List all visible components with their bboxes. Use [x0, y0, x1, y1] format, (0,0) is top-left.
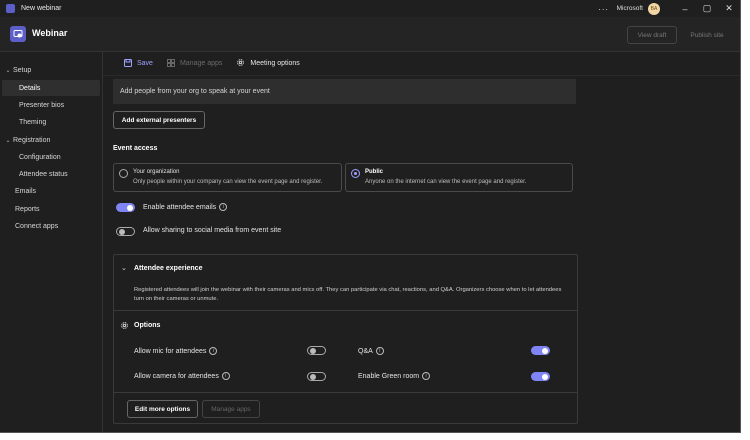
- teams-logo-icon: [6, 4, 15, 13]
- sidebar-group-registration[interactable]: ⌄ Registration: [0, 132, 50, 148]
- enable-attendee-emails-toggle[interactable]: [116, 203, 135, 212]
- green-room-toggle[interactable]: [531, 372, 550, 381]
- info-icon[interactable]: i: [221, 372, 230, 380]
- banner-text: Add people from your org to speak at you…: [120, 88, 270, 95]
- qa-toggle[interactable]: [531, 346, 550, 355]
- attendee-experience-title: Attendee experience: [134, 265, 203, 272]
- app-header: Webinar View draft Publish site: [0, 17, 740, 52]
- sidebar-label: Theming: [19, 118, 47, 126]
- sidebar-label: Presenter bios: [19, 101, 65, 109]
- sidebar-group-setup[interactable]: ⌄ Setup: [0, 62, 31, 78]
- allow-camera-label: Allow camera for attendees i: [134, 372, 230, 380]
- sidebar-item-details[interactable]: Details: [2, 80, 100, 96]
- sidebar-item-attendee-status[interactable]: Attendee status: [0, 166, 68, 182]
- manage-apps-panel-button[interactable]: Manage apps: [202, 400, 260, 418]
- sidebar-label: Emails: [15, 187, 37, 195]
- sidebar-item-connect-apps[interactable]: Connect apps: [0, 218, 58, 234]
- sidebar-label: Attendee status: [19, 170, 68, 178]
- info-icon[interactable]: i: [422, 372, 431, 380]
- options-title: Options: [134, 322, 161, 329]
- manage-apps-label: Manage apps: [179, 60, 223, 67]
- minimize-icon[interactable]: –: [674, 4, 696, 14]
- sidebar-label: Reports: [15, 205, 40, 213]
- manage-apps-button[interactable]: Manage apps: [166, 58, 223, 69]
- org-name: Microsoft: [616, 5, 643, 12]
- avatar[interactable]: BA: [648, 2, 660, 15]
- green-room-label: Enable Green room i: [358, 372, 431, 380]
- save-icon: [124, 58, 132, 69]
- app-window: New webinar ··· Microsoft BA – ▢ ✕ Webin…: [0, 0, 741, 433]
- allow-social-sharing-toggle[interactable]: [116, 227, 135, 236]
- apps-icon: [166, 58, 175, 69]
- allow-mic-toggle[interactable]: [307, 346, 326, 355]
- edit-more-options-button[interactable]: Edit more options: [127, 400, 198, 418]
- divider: [114, 392, 577, 393]
- sidebar-label: Details: [19, 84, 41, 92]
- allow-mic-label: Allow mic for attendees i: [134, 347, 218, 355]
- org-option-title: Your organization: [133, 169, 180, 175]
- main-content: Save Manage apps Meeting options Add peo…: [103, 52, 740, 432]
- sidebar-label: Configuration: [19, 153, 61, 161]
- meeting-options-label: Meeting options: [250, 60, 300, 67]
- event-access-org-option[interactable]: Your organization Only people within you…: [113, 163, 342, 192]
- sidebar-item-presenter-bios[interactable]: Presenter bios: [0, 97, 64, 113]
- public-option-title: Public: [365, 169, 384, 175]
- sidebar-item-configuration[interactable]: Configuration: [0, 149, 61, 165]
- toolbar: Save Manage apps Meeting options: [103, 52, 740, 76]
- meeting-options-button[interactable]: Meeting options: [236, 58, 300, 69]
- view-draft-button[interactable]: View draft: [627, 26, 677, 44]
- radio-public[interactable]: [351, 169, 360, 178]
- chevron-down-icon: ⌄: [5, 67, 11, 74]
- gear-icon: [120, 321, 129, 332]
- org-option-desc: Only people within your company can view…: [133, 179, 323, 185]
- page-title: Webinar: [32, 28, 68, 38]
- sidebar-label: Registration: [13, 136, 51, 144]
- sidebar-label: Connect apps: [15, 222, 59, 230]
- webinar-icon: [10, 26, 26, 42]
- publish-site-button[interactable]: Publish site: [681, 26, 733, 44]
- save-button[interactable]: Save: [124, 58, 153, 69]
- title-bar: New webinar ··· Microsoft BA – ▢ ✕: [0, 0, 740, 17]
- window-title: New webinar: [21, 5, 62, 12]
- maximize-icon[interactable]: ▢: [696, 3, 718, 14]
- presenters-banner: Add people from your org to speak at you…: [113, 79, 576, 104]
- info-icon[interactable]: i: [375, 347, 384, 355]
- sidebar: ⌄ Setup Details Presenter bios Theming ⌄ R…: [0, 52, 103, 432]
- add-external-presenters-button[interactable]: Add external presenters: [113, 111, 205, 129]
- allow-camera-toggle[interactable]: [307, 372, 326, 381]
- enable-attendee-emails-label: Enable attendee emails i: [143, 203, 228, 211]
- event-access-public-option[interactable]: Public Anyone on the internet can view t…: [345, 163, 573, 192]
- more-options-icon[interactable]: ···: [598, 4, 609, 14]
- close-icon[interactable]: ✕: [718, 3, 740, 14]
- sidebar-label: Setup: [13, 66, 32, 74]
- attendee-experience-desc: Registered attendees will join the webin…: [134, 287, 562, 302]
- radio-org[interactable]: [119, 169, 128, 178]
- public-option-desc: Anyone on the internet can view the even…: [365, 179, 527, 185]
- info-icon[interactable]: i: [219, 203, 228, 211]
- qa-label: Q&A i: [358, 347, 384, 355]
- event-access-title: Event access: [113, 145, 158, 152]
- sidebar-item-emails[interactable]: Emails: [0, 183, 36, 199]
- info-icon[interactable]: i: [209, 347, 218, 355]
- attendee-experience-panel: ⌄ Attendee experience Registered attende…: [113, 254, 578, 424]
- chevron-down-icon: ⌄: [5, 137, 11, 144]
- sidebar-item-theming[interactable]: Theming: [0, 114, 46, 130]
- save-label: Save: [137, 60, 153, 67]
- allow-social-sharing-label: Allow sharing to social media from event…: [143, 227, 282, 234]
- chevron-down-icon[interactable]: ⌄: [121, 264, 127, 272]
- divider: [114, 310, 577, 311]
- sidebar-item-reports[interactable]: Reports: [0, 201, 40, 217]
- gear-icon: [236, 58, 245, 69]
